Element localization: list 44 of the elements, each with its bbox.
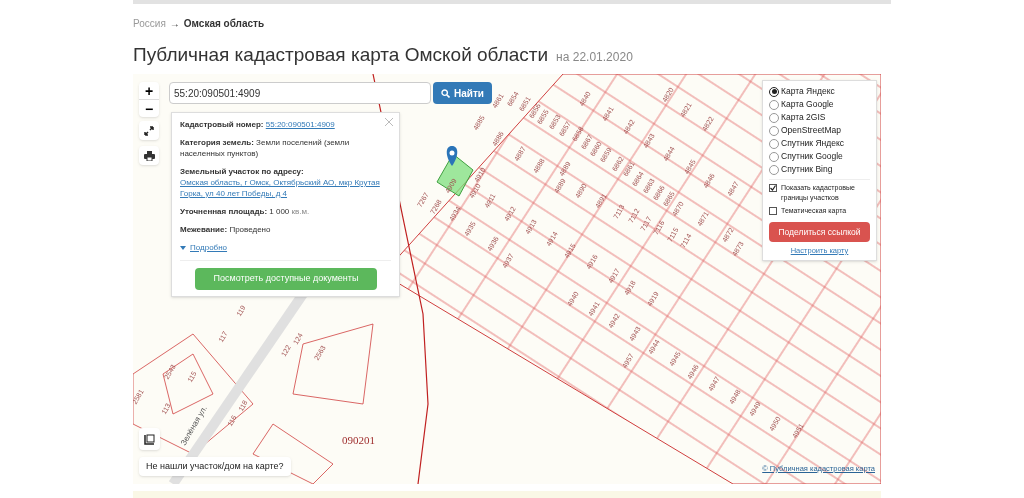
field-link[interactable]: Омская область, г Омск, Октябрьский АО, мкр Крутая Горка, ул 40 лет Победы, д 4: [180, 177, 383, 199]
print-button[interactable]: [139, 146, 159, 165]
radio-button[interactable]: [769, 86, 779, 97]
map-option[interactable]: Карта Яндекс: [781, 85, 835, 98]
checkbox[interactable]: [769, 184, 777, 192]
map-option[interactable]: Спутник Яндекс: [781, 137, 844, 150]
page-title: Публичная кадастровая карта Омской области: [133, 43, 549, 67]
radio-button[interactable]: [769, 138, 779, 149]
map-option[interactable]: Спутник Bing: [781, 163, 833, 176]
more-link[interactable]: Подробно: [190, 242, 228, 254]
radio-button[interactable]: [769, 99, 779, 110]
layers-icon: [144, 433, 155, 445]
info-text: Межевание: Проведено: [180, 224, 272, 235]
search-icon: [441, 88, 450, 98]
info-text: Категория земель: Земли поселений (земли населенных пунктов): [180, 137, 351, 159]
share-button[interactable]: Поделиться ссылкой: [769, 222, 870, 242]
zoom-in-button[interactable]: +: [139, 82, 159, 100]
info-text: Уточненная площадь: 1 000 кв.м.: [180, 206, 311, 217]
radio-button[interactable]: [769, 112, 779, 123]
title-date: на 22.01.2020: [556, 49, 633, 66]
radio-button[interactable]: [769, 164, 779, 175]
field-link[interactable]: 55:20:090501:4909: [265, 119, 335, 130]
radio-button[interactable]: [769, 151, 779, 162]
map-option[interactable]: Спутник Google: [781, 150, 843, 163]
checkbox[interactable]: [769, 207, 777, 215]
not-found-button[interactable]: Не нашли участок/дом на карте?: [139, 457, 291, 476]
district-number: 090201: [342, 434, 375, 446]
search-field[interactable]: 55:20:090501:4909: [169, 82, 431, 104]
printer-icon: [143, 150, 155, 161]
breadcrumb-current: Омская область: [183, 17, 265, 31]
breadcrumb-separator: →: [169, 17, 180, 31]
map-pin-icon: [446, 146, 458, 166]
field-label: Земельный участок по адресу:: [180, 167, 304, 176]
expand-icon: [144, 125, 154, 136]
caret-icon: [180, 246, 186, 250]
search-button[interactable]: Найти: [433, 82, 492, 104]
map-option[interactable]: Карта Google: [781, 98, 834, 111]
zoom-out-button[interactable]: −: [139, 100, 159, 117]
map-option[interactable]: OpenStreetMap: [781, 124, 841, 137]
map-option[interactable]: Карта 2GIS: [781, 111, 826, 124]
radio-button[interactable]: [769, 125, 779, 136]
fullscreen-button[interactable]: [139, 121, 159, 140]
field-label: Кадастровый номер:: [180, 120, 264, 129]
layers-button[interactable]: [139, 428, 160, 450]
